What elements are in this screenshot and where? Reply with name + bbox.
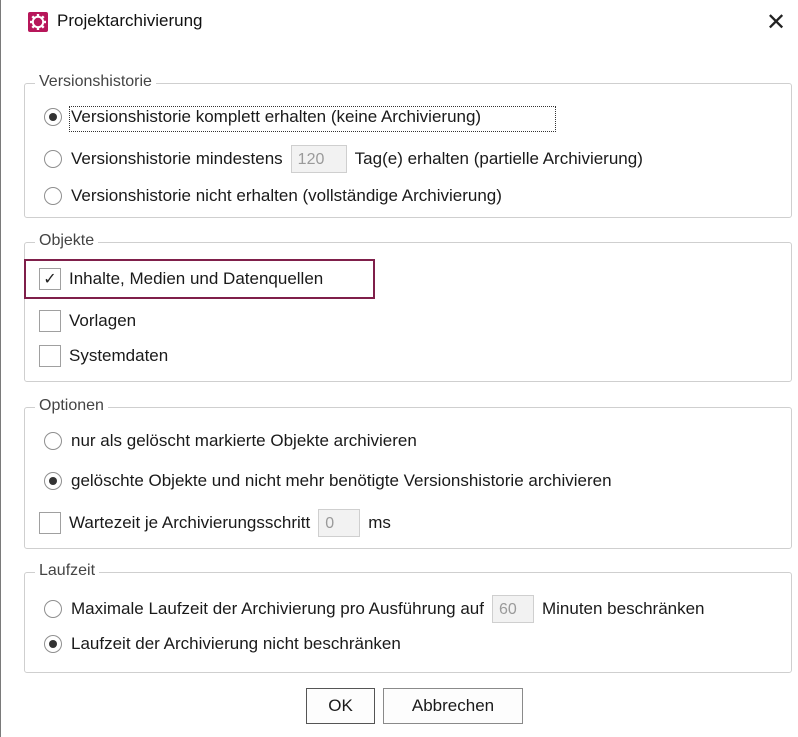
checkbox[interactable] bbox=[39, 310, 61, 332]
legend-optionen: Optionen bbox=[35, 396, 108, 416]
radio-label-history-none: Versionshistorie nicht erhalten (vollstä… bbox=[71, 186, 502, 205]
checkbox-label-templates: Vorlagen bbox=[69, 311, 137, 330]
radio-button[interactable] bbox=[44, 600, 62, 618]
radio-option-deleted[interactable]: gelöschte Objekte und nicht mehr benötig… bbox=[44, 471, 612, 491]
radio-button[interactable] bbox=[44, 432, 62, 450]
checkbox-wait[interactable]: Wartezeit je Archivierungsschritt 0 ms bbox=[39, 509, 391, 537]
radio-label-option-marked: nur als gelöscht markierte Objekte archi… bbox=[71, 431, 417, 450]
radio-button[interactable] bbox=[44, 150, 62, 168]
checkbox[interactable] bbox=[39, 512, 61, 534]
close-icon[interactable]: ✕ bbox=[754, 0, 798, 44]
legend-versionshistorie: Versionshistorie bbox=[35, 72, 156, 92]
radio-label-runtime-unlimited: Laufzeit der Archivierung nicht beschrän… bbox=[71, 634, 401, 653]
checkbox-label-wait: Wartezeit je Archivierungsschritt bbox=[69, 513, 311, 532]
title-bar: Projektarchivierung ✕ bbox=[1, 0, 798, 44]
minutes-input[interactable]: 60 bbox=[491, 595, 534, 623]
checkbox[interactable] bbox=[39, 345, 61, 367]
checkbox-label-contents: Inhalte, Medien und Datenquellen bbox=[69, 269, 324, 288]
checkbox-systemdata[interactable]: Systemdaten bbox=[39, 345, 168, 367]
radio-option-marked[interactable]: nur als gelöscht markierte Objekte archi… bbox=[44, 431, 417, 451]
radio-history-full[interactable]: Versionshistorie komplett erhalten (kein… bbox=[44, 107, 481, 127]
radio-button[interactable] bbox=[44, 187, 62, 205]
window-title: Projektarchivierung bbox=[57, 11, 203, 30]
radio-label-history-partial-before: Versionshistorie mindestens bbox=[71, 149, 283, 168]
radio-button-checked[interactable] bbox=[44, 635, 62, 653]
archive-dialog: Projektarchivierung ✕ Versionshistorie V… bbox=[0, 0, 798, 737]
legend-objekte: Objekte bbox=[35, 231, 99, 251]
wait-input[interactable]: 0 bbox=[318, 509, 361, 537]
radio-label-history-partial-after: Tag(e) erhalten (partielle Archivierung) bbox=[354, 149, 643, 168]
days-input[interactable]: 120 bbox=[290, 145, 347, 173]
radio-history-none[interactable]: Versionshistorie nicht erhalten (vollstä… bbox=[44, 186, 502, 206]
cancel-button[interactable]: Abbrechen bbox=[383, 688, 523, 724]
radio-button-checked[interactable] bbox=[44, 108, 62, 126]
checkbox-templates[interactable]: Vorlagen bbox=[39, 310, 136, 332]
radio-label-option-deleted: gelöschte Objekte und nicht mehr benötig… bbox=[71, 471, 612, 490]
radio-label-runtime-limit-after: Minuten beschränken bbox=[541, 599, 705, 618]
radio-runtime-unlimited[interactable]: Laufzeit der Archivierung nicht beschrän… bbox=[44, 634, 401, 654]
ok-button[interactable]: OK bbox=[306, 688, 375, 724]
checkbox-checked[interactable]: ✓ bbox=[39, 268, 61, 290]
radio-history-partial[interactable]: Versionshistorie mindestens 120 Tag(e) e… bbox=[44, 145, 643, 173]
radio-button-checked[interactable] bbox=[44, 472, 62, 490]
radio-label-runtime-limit-before: Maximale Laufzeit der Archivierung pro A… bbox=[71, 599, 484, 618]
gear-icon bbox=[28, 12, 48, 32]
checkbox-contents[interactable]: ✓ Inhalte, Medien und Datenquellen bbox=[39, 268, 323, 290]
checkbox-label-systemdata: Systemdaten bbox=[69, 346, 169, 365]
legend-laufzeit: Laufzeit bbox=[35, 561, 100, 581]
radio-runtime-limit[interactable]: Maximale Laufzeit der Archivierung pro A… bbox=[44, 595, 705, 623]
wait-unit: ms bbox=[368, 513, 391, 532]
radio-label-history-full: Versionshistorie komplett erhalten (kein… bbox=[71, 107, 482, 126]
